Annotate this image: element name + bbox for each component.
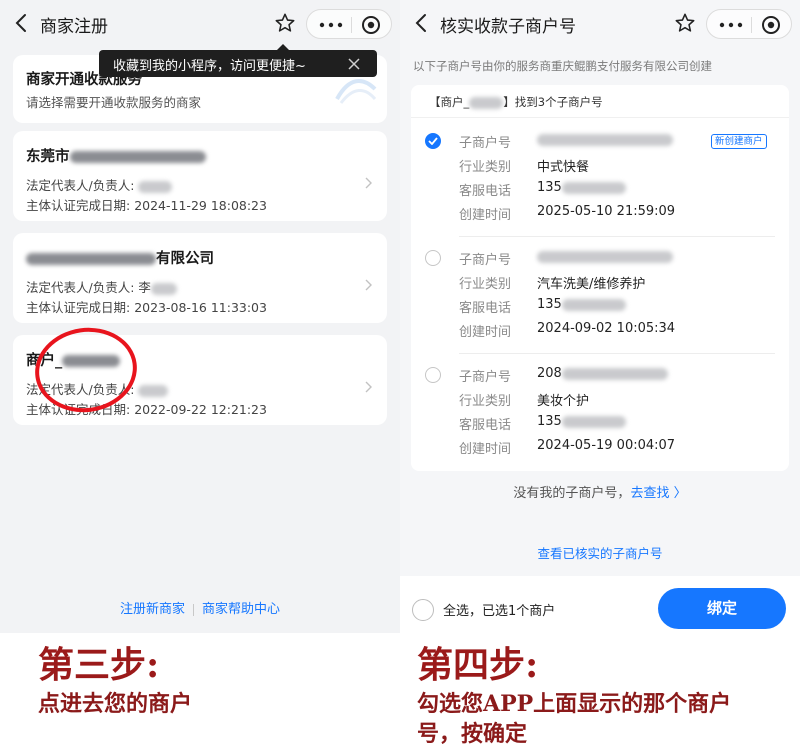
sub-no-value	[537, 249, 673, 264]
chevron-right-icon	[365, 381, 372, 393]
created-value: 2024-09-02 10:05:34	[537, 321, 676, 336]
favorite-tooltip: 收藏到我的小程序，访问更便捷~	[99, 44, 377, 77]
merchant-register-screen: 商家注册 商家开通收款服务 请选择需要开通收款服务的商家 收藏到我的小程序，访问…	[0, 0, 400, 633]
merchant-card-1[interactable]: 东莞市 法定代表人/负责人: 主体认证完成日期: 2024-11-29 18:0…	[13, 131, 387, 221]
redacted-name	[69, 151, 206, 163]
redacted-name	[26, 253, 156, 265]
close-miniprogram-icon[interactable]	[761, 15, 781, 35]
merchant-date: 主体认证完成日期: 2023-08-16 11:33:03	[26, 300, 267, 315]
sub-no-label: 子商户号	[459, 253, 512, 268]
industry-label: 行业类别	[459, 277, 512, 292]
merchant-help-link[interactable]: 商家帮助中心	[202, 598, 280, 617]
bind-button[interactable]: 绑定	[658, 588, 786, 629]
sub-account-row-1[interactable]: 子商户号 新创建商户 行业类别 中式快餐 客服电话 135 创建时间 2025-…	[411, 120, 789, 237]
step4-caption-title: 第四步:	[417, 644, 539, 686]
merchant-representative: 法定代表人/负责人: 李	[26, 277, 177, 296]
tooltip-text: 收藏到我的小程序，访问更便捷~	[113, 59, 306, 74]
footer-links: 注册新商家 商家帮助中心	[0, 598, 400, 617]
merchant-representative: 法定代表人/负责人:	[26, 175, 173, 194]
created-label: 创建时间	[459, 325, 512, 340]
miniprogram-capsule	[306, 9, 392, 39]
sub-no-label: 子商户号	[459, 136, 512, 151]
go-find-link[interactable]: 去查找 〉	[630, 486, 686, 501]
sub-no-value	[537, 132, 673, 147]
created-label: 创建时间	[459, 442, 512, 457]
link-separator	[193, 603, 194, 616]
step3-caption-sub: 点进去您的商户	[38, 691, 193, 717]
page-title: 商家注册	[40, 17, 108, 37]
page-title: 核实收款子商户号	[440, 17, 576, 37]
navbar: 商家注册	[0, 0, 400, 46]
industry-value: 中式快餐	[537, 160, 590, 175]
merchant-name: 东莞市	[26, 145, 206, 166]
view-verified-link[interactable]: 查看已核实的子商户号	[400, 543, 800, 562]
phone-value: 135	[537, 414, 626, 429]
sub-account-row-2[interactable]: 子商户号 行业类别 汽车洗美/维修养护 客服电话 135 创建时间 2024-0…	[411, 237, 789, 354]
verify-sub-account-screen: 核实收款子商户号 以下子商户号由你的服务商重庆鲲鹏支付服务有限公司创建 【商户_…	[400, 0, 800, 633]
step4-caption-line2: 号，按确定	[417, 721, 528, 747]
navbar: 核实收款子商户号	[400, 0, 800, 46]
redacted-merchant	[469, 96, 504, 109]
redacted-rep	[138, 384, 169, 397]
industry-value: 汽车洗美/维修养护	[537, 277, 646, 292]
back-arrow-icon[interactable]	[12, 11, 32, 35]
created-value: 2024-05-19 00:04:07	[537, 438, 676, 453]
sub-account-checkbox[interactable]	[425, 250, 441, 266]
select-all-label: 全选，已选1个商户	[443, 604, 556, 619]
new-merchant-tag: 新创建商户	[711, 134, 767, 149]
redacted-sub-no	[537, 133, 673, 146]
select-all-checkbox[interactable]	[412, 599, 434, 621]
sub-no-label: 子商户号	[459, 370, 512, 385]
register-new-merchant-link[interactable]: 注册新商家	[120, 598, 185, 617]
redacted-phone	[561, 415, 626, 428]
sub-account-list-card: 【商户_ 】找到3个子商户号 子商户号 新创建商户 行业类别 中式快餐 客服电话 …	[411, 85, 789, 471]
redacted-sub-no	[537, 250, 673, 263]
created-value: 2025-05-10 21:59:09	[537, 204, 676, 219]
merchant-date: 主体认证完成日期: 2024-11-29 18:08:23	[26, 198, 267, 213]
redacted-sub-no	[561, 367, 668, 380]
close-icon[interactable]	[347, 57, 361, 71]
phone-label: 客服电话	[459, 418, 512, 433]
check-icon	[428, 137, 438, 145]
industry-label: 行业类别	[459, 394, 512, 409]
star-icon[interactable]	[274, 12, 296, 34]
chevron-right-icon	[365, 279, 372, 291]
miniprogram-capsule	[706, 9, 792, 39]
more-dots-icon[interactable]	[717, 18, 745, 32]
tooltip-arrow	[277, 44, 289, 50]
sub-no-value: 208	[537, 366, 668, 381]
redacted-phone	[561, 298, 626, 311]
redacted-phone	[561, 181, 626, 194]
phone-label: 客服电话	[459, 301, 512, 316]
sub-account-row-3[interactable]: 子商户号 208 行业类别 美妆个护 客服电话 135 创建时间 2024-05…	[411, 354, 789, 471]
merchant-name: 有限公司	[26, 247, 214, 268]
found-count: 【商户_ 】找到3个子商户号	[429, 95, 603, 109]
redacted-rep	[138, 180, 173, 193]
step4-caption-line1: 勾选您APP上面显示的那个商户	[417, 691, 732, 717]
created-label: 创建时间	[459, 208, 512, 223]
phone-value: 135	[537, 180, 626, 195]
no-account-hint: 没有我的子商户号，去查找 〉	[513, 486, 687, 501]
more-dots-icon[interactable]	[317, 18, 345, 32]
phone-label: 客服电话	[459, 184, 512, 199]
step3-caption-title: 第三步:	[38, 644, 160, 686]
service-provider-description: 以下子商户号由你的服务商重庆鲲鹏支付服务有限公司创建	[413, 59, 712, 73]
card-intro-subtitle: 请选择需要开通收款服务的商家	[26, 95, 202, 110]
industry-value: 美妆个护	[537, 394, 590, 409]
sub-account-checkbox[interactable]	[425, 367, 441, 383]
phone-value: 135	[537, 297, 626, 312]
redacted-rep	[150, 282, 177, 295]
divider	[411, 117, 789, 118]
bottom-action-bar: 全选，已选1个商户 绑定	[400, 576, 800, 633]
chevron-right-icon	[365, 177, 372, 189]
star-icon[interactable]	[674, 12, 696, 34]
capsule-divider	[751, 17, 752, 33]
capsule-divider	[351, 17, 352, 33]
close-miniprogram-icon[interactable]	[361, 15, 381, 35]
merchant-card-2[interactable]: 有限公司 法定代表人/负责人: 李 主体认证完成日期: 2023-08-16 1…	[13, 233, 387, 323]
back-arrow-icon[interactable]	[412, 11, 432, 35]
sub-account-checkbox[interactable]	[425, 133, 441, 149]
industry-label: 行业类别	[459, 160, 512, 175]
